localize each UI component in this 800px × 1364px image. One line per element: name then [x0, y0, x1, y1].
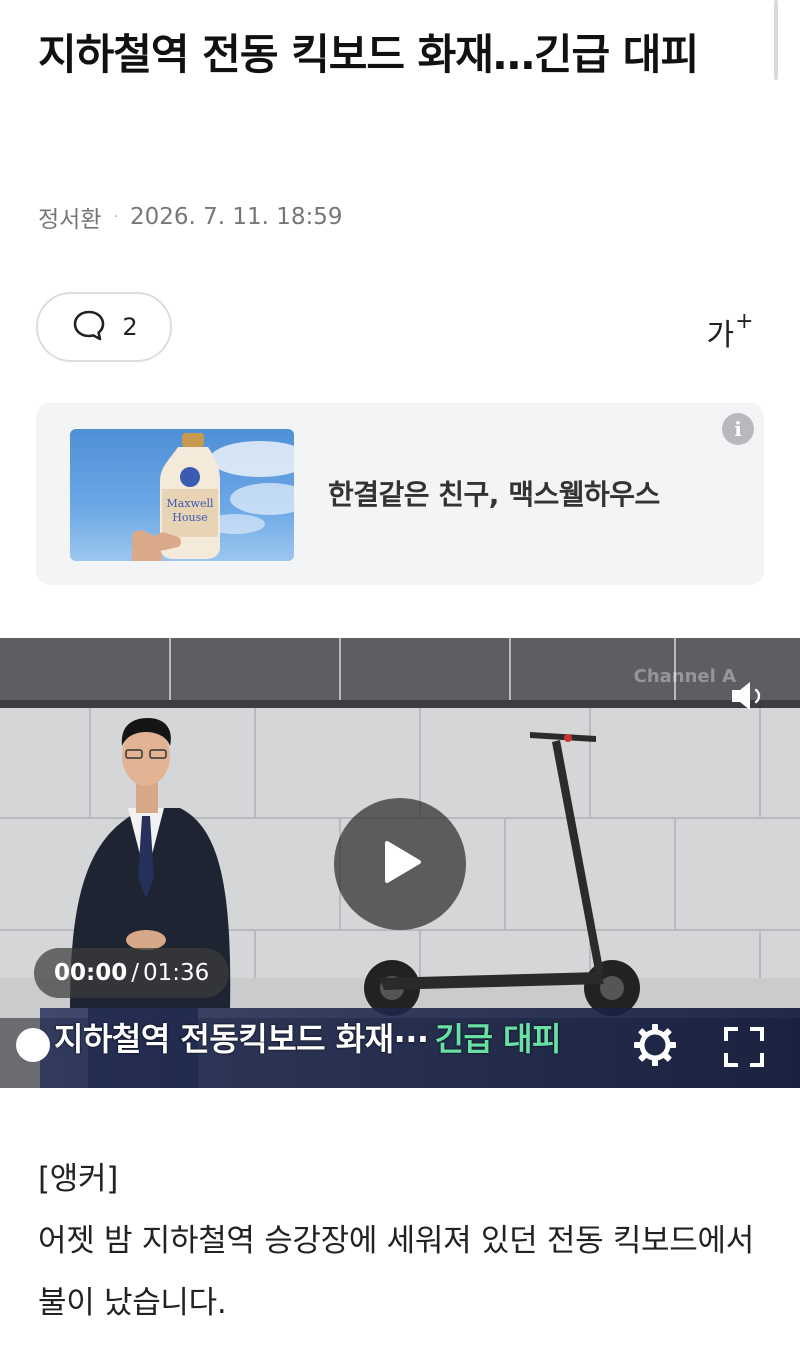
- ad-thumbnail: Maxwell House: [70, 429, 294, 561]
- progress-knob[interactable]: [16, 1028, 50, 1062]
- speaker-muted-icon[interactable]: [728, 676, 768, 716]
- ad-product-label-line2: House: [172, 511, 207, 524]
- font-size-label: 가: [706, 318, 735, 353]
- caption-highlight: 긴급 대피: [434, 1020, 562, 1058]
- publish-datetime: 2026. 7. 11. 18:59: [129, 204, 343, 230]
- ad-text[interactable]: 한결같은 친구, 맥스웰하우스: [328, 473, 660, 513]
- meta-separator: ·: [113, 209, 118, 225]
- font-size-plus: +: [735, 309, 754, 334]
- info-icon[interactable]: i: [722, 413, 754, 445]
- play-icon: [375, 837, 425, 891]
- channel-watermark: Channel A: [633, 666, 736, 687]
- author-name[interactable]: 정서환: [38, 200, 101, 234]
- font-size-button[interactable]: 가 +: [700, 300, 760, 354]
- fullscreen-icon[interactable]: [722, 1025, 766, 1069]
- play-button[interactable]: [334, 798, 466, 930]
- duration: 01:36: [142, 960, 210, 986]
- comment-count: 2: [122, 313, 138, 341]
- video-time-display: 00:00 / 01:36: [34, 948, 230, 998]
- ad-banner[interactable]: Maxwell House 한결같은 친구, 맥스웰하우스 i: [36, 403, 764, 585]
- time-separator: /: [131, 960, 139, 986]
- caption-main: 지하철역 전동킥보드 화재···: [54, 1020, 429, 1058]
- article-body: [앵커] 어젯 밤 지하철역 승강장에 세워져 있던 전동 킥보드에서 불이 났…: [38, 1148, 768, 1334]
- news-caption: 지하철역 전동킥보드 화재··· 긴급 대피: [54, 1014, 562, 1060]
- video-player[interactable]: Channel A 00:00 / 01:36 지하철역 전동킥보드 화재···…: [0, 638, 800, 1088]
- current-time: 00:00: [54, 960, 128, 986]
- comment-bubble-icon: [70, 306, 108, 348]
- comment-button[interactable]: 2: [36, 292, 172, 362]
- gear-icon[interactable]: [632, 1022, 678, 1068]
- body-paragraph-anchor: [앵커]: [38, 1161, 119, 1197]
- ad-product-label-line1: Maxwell: [167, 497, 214, 510]
- article-meta: 정서환 · 2026. 7. 11. 18:59: [38, 200, 343, 234]
- article-title: 지하철역 전동 킥보드 화재…긴급 대피: [38, 30, 699, 79]
- scroll-indicator[interactable]: [774, 0, 778, 80]
- body-paragraph: 어젯 밤 지하철역 승강장에 세워져 있던 전동 킥보드에서 불이 났습니다.: [38, 1223, 754, 1321]
